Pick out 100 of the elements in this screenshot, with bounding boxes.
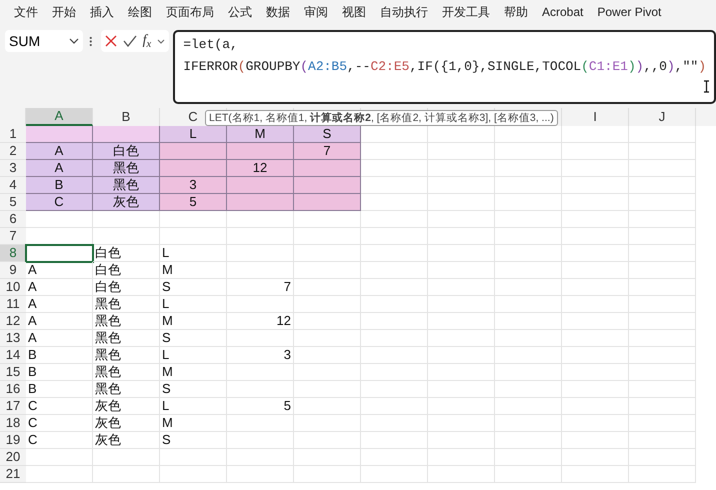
table-cell: S <box>160 432 227 449</box>
row-header[interactable]: 6 <box>0 211 26 228</box>
table-cell <box>629 466 696 483</box>
table-cell <box>629 449 696 466</box>
column-header[interactable]: I <box>562 108 629 126</box>
table-cell <box>428 432 495 449</box>
table-cell <box>428 245 495 262</box>
row-header[interactable]: 11 <box>0 296 26 313</box>
chevron-down-icon <box>157 38 166 44</box>
table-cell: A <box>26 313 93 330</box>
table-cell <box>361 296 428 313</box>
table-cell: 白色 <box>93 245 160 262</box>
row-header[interactable]: 9 <box>0 262 26 279</box>
table-cell <box>26 211 93 228</box>
table-cell <box>562 381 629 398</box>
row-header[interactable]: 3 <box>0 160 26 177</box>
menu-tab[interactable]: 页面布局 <box>166 3 214 21</box>
table-cell: 黑色 <box>93 381 160 398</box>
row-header[interactable]: 12 <box>0 313 26 330</box>
table-cell <box>562 415 629 432</box>
text-cursor-icon <box>703 80 710 93</box>
menu-tab[interactable]: 视图 <box>342 3 366 21</box>
table-cell <box>428 398 495 415</box>
menu-tab[interactable]: 公式 <box>228 3 252 21</box>
table-cell <box>227 211 294 228</box>
row-header[interactable]: 13 <box>0 330 26 347</box>
table-cell: A <box>26 160 93 177</box>
row-header[interactable]: 14 <box>0 347 26 364</box>
column-header[interactable]: J <box>629 108 696 126</box>
row-header[interactable]: 4 <box>0 177 26 194</box>
enter-check-icon[interactable] <box>122 35 137 47</box>
column-header[interactable]: A <box>26 108 93 126</box>
table-cell <box>629 432 696 449</box>
row-header[interactable]: 1 <box>0 126 26 143</box>
table-cell <box>294 296 361 313</box>
name-box[interactable]: SUM <box>5 30 84 52</box>
table-cell <box>629 381 696 398</box>
table-cell: 灰色 <box>93 398 160 415</box>
menu-tab[interactable]: Power Pivot <box>597 3 662 21</box>
row-header[interactable]: 10 <box>0 279 26 296</box>
table-cell: 12 <box>227 160 294 177</box>
menu-tab[interactable]: 数据 <box>266 3 290 21</box>
table-cell <box>160 211 227 228</box>
table-cell: 灰色 <box>93 194 160 211</box>
table-cell: M <box>160 364 227 381</box>
table-cell <box>629 262 696 279</box>
row-header[interactable]: 18 <box>0 415 26 432</box>
table-cell <box>227 381 294 398</box>
table-cell <box>629 313 696 330</box>
table-cell <box>629 415 696 432</box>
row-header[interactable]: 8 <box>0 245 26 262</box>
row-header[interactable]: 2 <box>0 143 26 160</box>
table-cell <box>227 296 294 313</box>
menu-tab[interactable]: 帮助 <box>504 3 528 21</box>
table-cell: 白色 <box>93 262 160 279</box>
menu-tab[interactable]: 文件 <box>14 3 38 21</box>
formula-input[interactable]: =let(a, IFERROR(GROUPBY(A2:B5,--C2:E5,IF({1,0},SINGLE,TOCOL(C1:E1)),,0),"") <box>173 30 716 104</box>
menu-tab[interactable]: 开发工具 <box>442 3 490 21</box>
row-header[interactable]: 19 <box>0 432 26 449</box>
table-cell <box>495 296 562 313</box>
menu-tab[interactable]: 插入 <box>90 3 114 21</box>
table-cell <box>227 415 294 432</box>
table-cell <box>495 228 562 245</box>
row-header[interactable]: 17 <box>0 398 26 415</box>
table-cell <box>562 177 629 194</box>
row-header[interactable]: 16 <box>0 381 26 398</box>
menu-tab[interactable]: 开始 <box>52 3 76 21</box>
table-cell: A <box>26 262 93 279</box>
more-options-icon[interactable] <box>89 36 93 47</box>
table-cell: 3 <box>227 347 294 364</box>
row-header[interactable]: 20 <box>0 449 26 466</box>
row-header[interactable]: 21 <box>0 466 26 483</box>
table-cell <box>629 245 696 262</box>
table-cell <box>495 364 562 381</box>
table-cell <box>160 466 227 483</box>
cancel-icon[interactable] <box>104 35 117 47</box>
menu-tab[interactable]: Acrobat <box>542 3 584 21</box>
table-cell <box>361 364 428 381</box>
table-cell <box>495 330 562 347</box>
row-header[interactable]: 7 <box>0 228 26 245</box>
menu-tab[interactable]: 自动执行 <box>380 3 428 21</box>
table-cell <box>629 211 696 228</box>
table-cell <box>361 262 428 279</box>
table-cell <box>227 364 294 381</box>
table-cell <box>294 449 361 466</box>
table-cell <box>294 245 361 262</box>
table-cell: A <box>26 279 93 296</box>
row-header[interactable]: 5 <box>0 194 26 211</box>
menu-tab[interactable]: 审阅 <box>304 3 328 21</box>
table-cell: C <box>26 398 93 415</box>
row-header[interactable]: 15 <box>0 364 26 381</box>
table-cell <box>294 228 361 245</box>
menu-tab[interactable]: 绘图 <box>128 3 152 21</box>
table-cell <box>562 449 629 466</box>
table-cell: 12 <box>227 313 294 330</box>
table-cell <box>495 313 562 330</box>
table-cell <box>361 381 428 398</box>
table-cell: S <box>160 279 227 296</box>
table-cell <box>227 245 294 262</box>
insert-function-button[interactable]: f$_{x}$ <box>142 34 152 48</box>
